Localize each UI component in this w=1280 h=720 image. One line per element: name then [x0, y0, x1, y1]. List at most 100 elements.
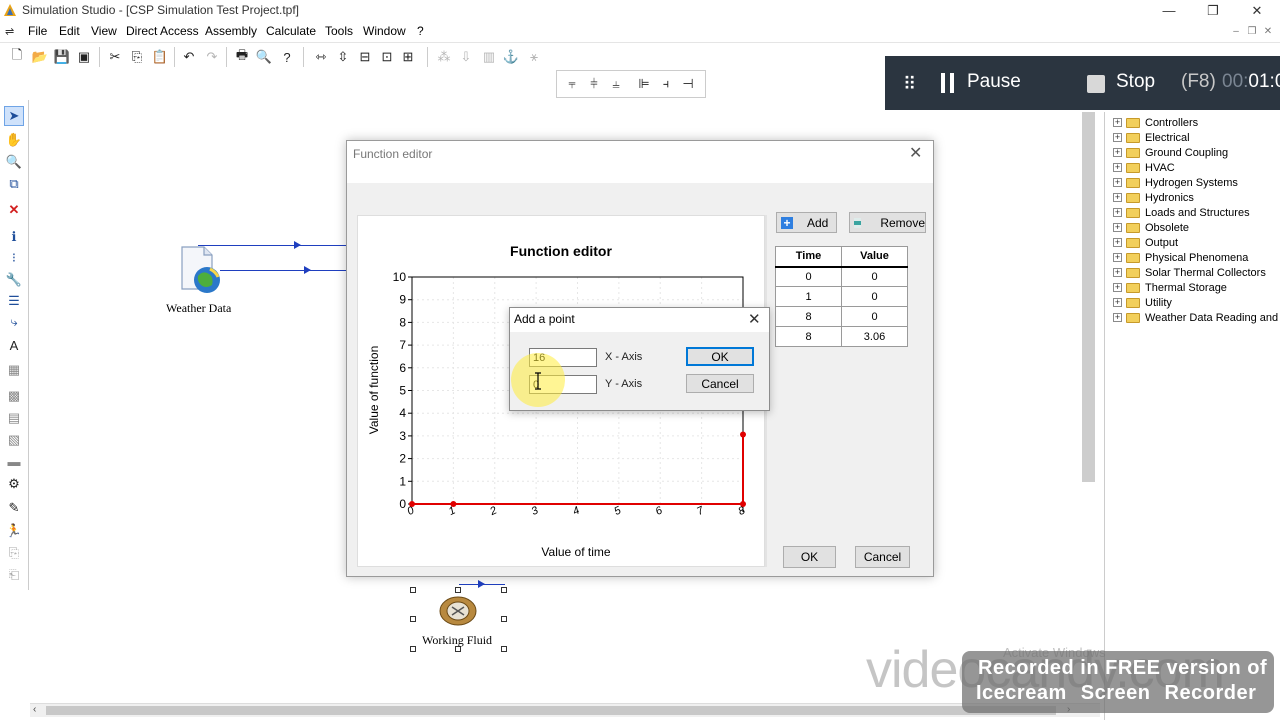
- print-icon[interactable]: 🖶: [232, 47, 252, 67]
- copy-icon[interactable]: ⎘: [127, 47, 147, 67]
- cell-value[interactable]: 0: [841, 286, 908, 307]
- mdi-minimize-icon[interactable]: –: [1229, 25, 1243, 39]
- pause-label[interactable]: Pause: [967, 71, 1021, 93]
- add-button[interactable]: + Add: [776, 212, 837, 233]
- tree-item[interactable]: + Physical Phenomena: [1113, 250, 1248, 265]
- expand-icon[interactable]: +: [1113, 283, 1122, 292]
- expand-icon[interactable]: +: [1113, 148, 1122, 157]
- image-icon[interactable]: ▦: [4, 360, 24, 380]
- connection-icon[interactable]: ⤷: [4, 312, 24, 332]
- tree-item[interactable]: + Solar Thermal Collectors: [1113, 265, 1266, 280]
- tree-item[interactable]: + Thermal Storage: [1113, 280, 1227, 295]
- minimize-button[interactable]: —: [1146, 0, 1192, 22]
- data-point[interactable]: [740, 431, 746, 438]
- undo-icon[interactable]: ↶: [179, 47, 199, 67]
- expand-icon[interactable]: +: [1113, 253, 1122, 262]
- hierarchy-icon[interactable]: ⁂: [434, 47, 454, 67]
- cell-value[interactable]: 0: [841, 306, 908, 327]
- tree-item[interactable]: + HVAC: [1113, 160, 1175, 175]
- fit-all-icon[interactable]: ⊞: [398, 47, 418, 67]
- tree-item[interactable]: + Electrical: [1113, 130, 1190, 145]
- import-icon[interactable]: ⎗: [4, 565, 24, 585]
- network-icon[interactable]: ⚹: [524, 47, 544, 67]
- menu-edit[interactable]: Edit: [59, 24, 80, 38]
- new-icon[interactable]: 🗋: [7, 47, 27, 67]
- working-fluid-icon[interactable]: [438, 595, 478, 627]
- tree-item[interactable]: + Output: [1113, 235, 1178, 250]
- anchor-icon[interactable]: ⚓: [501, 47, 521, 67]
- expand-icon[interactable]: +: [1113, 238, 1122, 247]
- mdi-restore-icon[interactable]: ❐: [1245, 25, 1259, 39]
- ok-button[interactable]: OK: [783, 546, 836, 568]
- align-left-icon[interactable]: ⊫: [634, 74, 654, 94]
- pen-icon[interactable]: ✎: [4, 498, 24, 518]
- tree-item[interactable]: + Utility: [1113, 295, 1172, 310]
- cell-time[interactable]: 8: [775, 306, 842, 327]
- columns-icon[interactable]: ▥: [479, 47, 499, 67]
- expand-icon[interactable]: +: [1113, 118, 1122, 127]
- pause-icon[interactable]: [941, 73, 945, 93]
- expand-icon[interactable]: +: [1113, 313, 1122, 322]
- pause-icon-bar[interactable]: [950, 73, 954, 93]
- tree-item[interactable]: + Weather Data Reading and F: [1113, 310, 1280, 325]
- expand-icon[interactable]: +: [1113, 208, 1122, 217]
- pointer-icon[interactable]: ➤: [4, 106, 24, 126]
- align-center-icon[interactable]: ⫞: [656, 74, 676, 94]
- help-icon[interactable]: ?: [277, 47, 297, 67]
- cancel-button[interactable]: Cancel: [855, 546, 910, 568]
- tree-item[interactable]: + Controllers: [1113, 115, 1198, 130]
- print-preview-icon[interactable]: 🔍: [254, 47, 274, 67]
- zoom-region-icon[interactable]: ⧉: [4, 174, 24, 194]
- scrollbar-thumb[interactable]: [46, 706, 1056, 715]
- selection-handle[interactable]: [410, 646, 416, 652]
- menu-calculate[interactable]: Calculate: [266, 24, 316, 38]
- cell-value[interactable]: 3.06: [841, 326, 908, 347]
- align-bottom-icon[interactable]: ⫨: [606, 74, 626, 94]
- selection-handle[interactable]: [501, 646, 507, 652]
- cell-time[interactable]: 8: [775, 326, 842, 347]
- align-middle-icon[interactable]: ⫩: [584, 74, 604, 94]
- hand-icon[interactable]: ✋: [4, 130, 24, 150]
- run-icon[interactable]: 🏃: [4, 521, 24, 541]
- macro-icon[interactable]: ▩: [4, 386, 24, 406]
- cut-icon[interactable]: ✂: [105, 47, 125, 67]
- list-icon[interactable]: ☰: [4, 291, 24, 311]
- send-back-icon[interactable]: ▧: [4, 430, 24, 450]
- stop-label[interactable]: Stop: [1116, 71, 1155, 93]
- table-row[interactable]: 80: [775, 306, 908, 327]
- expand-icon[interactable]: +: [1113, 178, 1122, 187]
- expand-icon[interactable]: +: [1113, 268, 1122, 277]
- remove-button[interactable]: Remove: [849, 212, 926, 233]
- stop-icon[interactable]: [1087, 75, 1105, 93]
- menu-direct-access[interactable]: Direct Access: [126, 24, 199, 38]
- align-top-icon[interactable]: ⫧: [562, 74, 582, 94]
- group-icon[interactable]: ▬: [4, 451, 24, 471]
- open-icon[interactable]: 📂: [30, 47, 50, 67]
- menu-tools[interactable]: Tools: [325, 24, 353, 38]
- settings-icon[interactable]: ⚙: [4, 474, 24, 494]
- weather-data-icon[interactable]: [176, 243, 226, 299]
- zoom-icon[interactable]: 🔍: [4, 152, 24, 172]
- menu-assembly[interactable]: Assembly: [205, 24, 257, 38]
- save-icon[interactable]: 💾: [52, 47, 72, 67]
- ok-button[interactable]: OK: [686, 347, 754, 366]
- menu-window[interactable]: Window: [363, 24, 406, 38]
- expand-icon[interactable]: +: [1113, 298, 1122, 307]
- canvas-vertical-scrollbar[interactable]: [1082, 112, 1095, 482]
- save-all-icon[interactable]: ▣: [74, 47, 94, 67]
- expand-icon[interactable]: +: [1113, 193, 1122, 202]
- mdi-close-icon[interactable]: ✕: [1261, 25, 1275, 39]
- selection-handle[interactable]: [455, 587, 461, 593]
- data-point[interactable]: [450, 501, 457, 507]
- cancel-button[interactable]: Cancel: [686, 374, 754, 393]
- data-point[interactable]: [409, 501, 415, 507]
- cell-time[interactable]: 0: [775, 266, 842, 287]
- export-icon[interactable]: ⎘: [4, 543, 24, 563]
- space-vertical-icon[interactable]: ⊡: [377, 47, 397, 67]
- fit-height-icon[interactable]: ⇳: [333, 47, 353, 67]
- close-button[interactable]: ✕: [1234, 0, 1280, 22]
- cell-time[interactable]: 1: [775, 286, 842, 307]
- move-down-icon[interactable]: ⇩: [456, 47, 476, 67]
- delete-icon[interactable]: ✕: [4, 200, 24, 220]
- link-icon[interactable]: ⁝: [4, 248, 24, 268]
